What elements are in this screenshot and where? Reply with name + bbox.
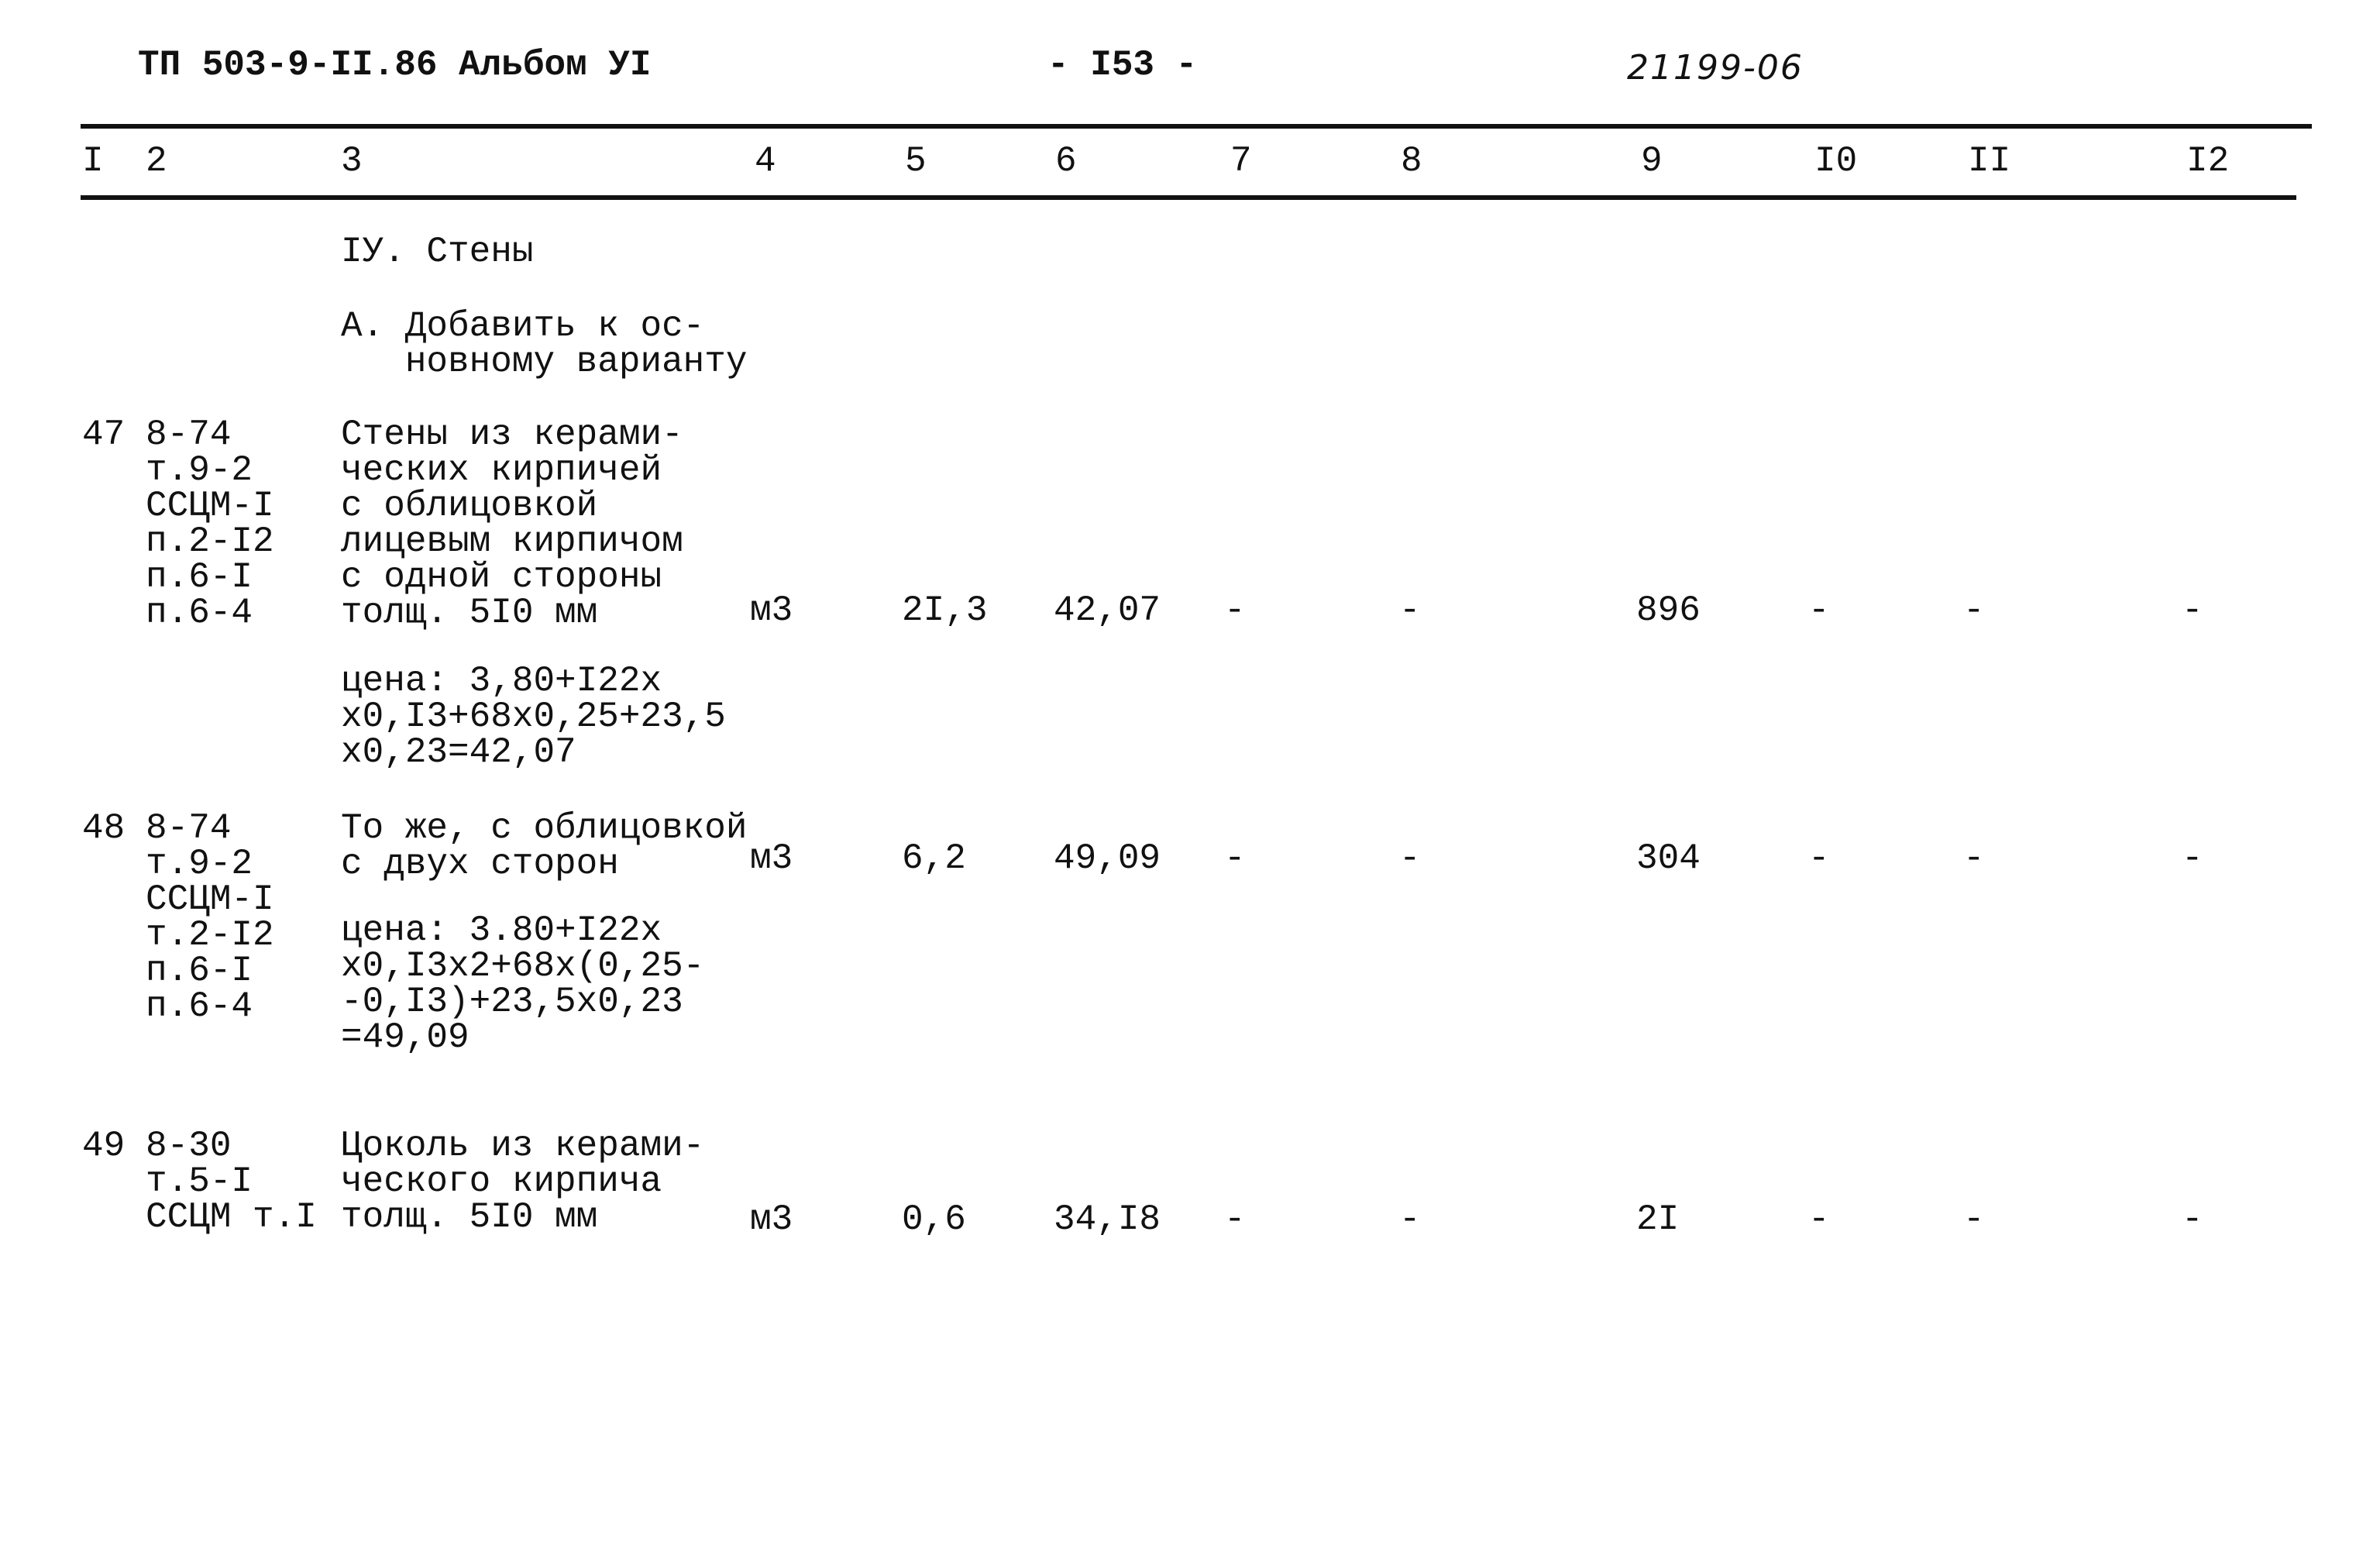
row-col11: - <box>1963 590 1985 631</box>
section-title: IУ. Стены <box>341 232 534 272</box>
row-col7: - <box>1224 838 1246 879</box>
column-header: 5 <box>905 141 927 181</box>
row-description: Стены из керами- ческих кирпичей с облиц… <box>341 415 683 633</box>
row-col12: - <box>2182 838 2203 879</box>
row-unit: м3 <box>750 1199 793 1240</box>
row-price: 34,I8 <box>1054 1199 1161 1240</box>
row-col8: - <box>1399 838 1421 879</box>
column-header: 6 <box>1055 141 1077 181</box>
column-header: 7 <box>1230 141 1252 181</box>
handwritten-code: 21199-06 <box>1627 48 1804 88</box>
column-header: 8 <box>1401 141 1422 181</box>
row-col10: - <box>1808 1199 1830 1240</box>
row-code: 8-74 т.9-2 ССЦМ-I п.2-I2 п.6-I п.6-4 <box>146 415 274 633</box>
row-unit: м3 <box>750 590 793 631</box>
row-col9: 304 <box>1636 838 1701 879</box>
header-rule-top <box>81 124 2312 129</box>
row-col11: - <box>1963 1199 1985 1240</box>
document-code: ТП 503-9-II.86 Альбом УI <box>138 45 652 85</box>
row-price: 49,09 <box>1054 838 1161 879</box>
row-price: 42,07 <box>1054 590 1161 631</box>
row-description: Цоколь из керами- ческого кирпича толщ. … <box>341 1126 705 1237</box>
row-quantity: 2I,3 <box>902 590 988 631</box>
row-price-note: цена: 3.80+I22х х0,I3х2+68х(0,25- -0,I3)… <box>341 910 705 1058</box>
column-header: II <box>1968 141 2011 181</box>
row-col7: - <box>1224 590 1246 631</box>
row-quantity: 0,6 <box>902 1199 966 1240</box>
row-number: 47 <box>82 415 126 455</box>
header-rule-bottom <box>81 195 2296 200</box>
row-quantity: 6,2 <box>902 838 966 879</box>
page-number: - I53 - <box>1047 45 1198 85</box>
column-header: 4 <box>755 141 776 181</box>
row-col11: - <box>1963 838 1985 879</box>
column-header: I2 <box>2186 141 2230 181</box>
row-col12: - <box>2182 590 2203 631</box>
column-header: I <box>82 141 104 181</box>
row-col12: - <box>2182 1199 2203 1240</box>
row-price-note: цена: 3,80+I22х х0,I3+68х0,25+23,5 х0,23… <box>341 661 726 772</box>
row-number: 49 <box>82 1126 126 1166</box>
row-col9: 2I <box>1636 1199 1680 1240</box>
row-col9: 896 <box>1636 590 1701 631</box>
row-col10: - <box>1808 838 1830 879</box>
row-description: То же, с облицовкой с двух сторон <box>341 808 748 884</box>
row-col7: - <box>1224 1199 1246 1240</box>
row-number: 48 <box>82 808 126 848</box>
row-unit: м3 <box>750 838 793 879</box>
column-header: I0 <box>1814 141 1858 181</box>
row-code: 8-74 т.9-2 ССЦМ-I т.2-I2 п.6-I п.6-4 <box>146 808 274 1027</box>
row-col10: - <box>1808 590 1830 631</box>
column-header: 9 <box>1641 141 1663 181</box>
subsection-title: А. Добавить к ос- новному варианту <box>341 306 748 382</box>
row-code: 8-30 т.5-I ССЦМ т.I <box>146 1126 317 1237</box>
row-col8: - <box>1399 590 1421 631</box>
column-header: 3 <box>341 141 363 181</box>
column-header: 2 <box>146 141 167 181</box>
row-col8: - <box>1399 1199 1421 1240</box>
